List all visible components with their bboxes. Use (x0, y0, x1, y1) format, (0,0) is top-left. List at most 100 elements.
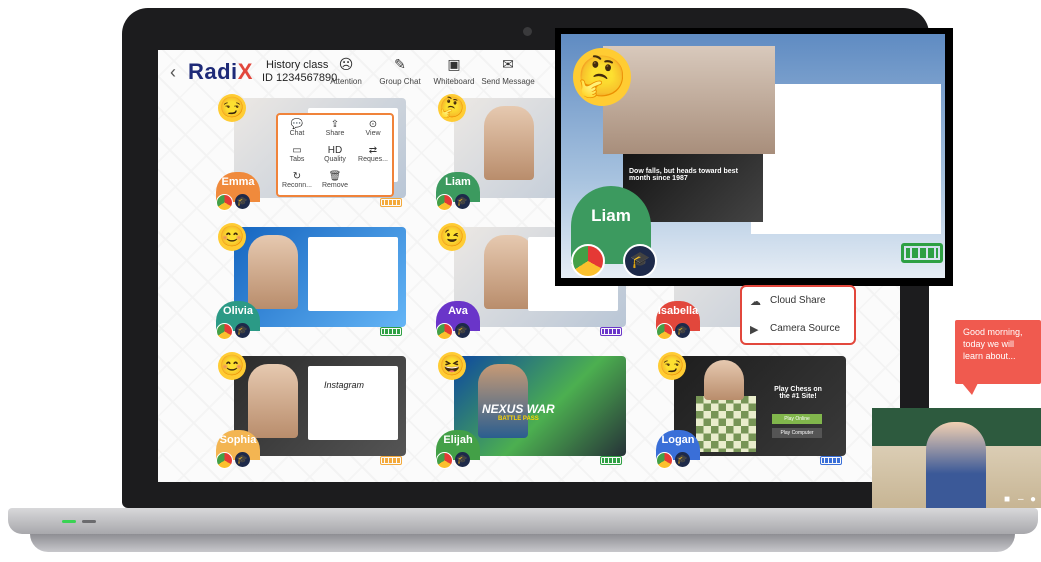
logo-x: X (237, 59, 253, 84)
thinking-emoji-icon: 🤔 (573, 48, 631, 106)
menu-chat-label: Chat (289, 130, 305, 137)
menu-tabs[interactable]: ▭ Tabs (280, 145, 314, 163)
student-screen[interactable]: NEXUS WAR BATTLE PASS (454, 356, 626, 456)
battery-icon (820, 456, 842, 465)
student-webcam (484, 106, 534, 180)
laptop-base-shadow (30, 534, 1015, 552)
menu-share[interactable]: ⇪ Share (318, 119, 352, 137)
menu-remove[interactable]: 🗑 Remove (318, 171, 352, 189)
chrome-icon (216, 323, 233, 340)
play-online-button[interactable]: Play Online (772, 414, 822, 424)
graduation-cap-icon: 🎓 (455, 194, 470, 209)
grinning-emoji-icon: 😊 (218, 223, 246, 251)
webcam-icon (523, 27, 532, 36)
send-message-icon: ✉ (502, 56, 514, 72)
news-headline: Dow falls, but heads toward best month s… (629, 168, 738, 182)
share-icon: ⇪ (330, 119, 340, 130)
back-arrow-icon[interactable]: ‹ (170, 62, 176, 83)
context-menu: ☁ Cloud Share ▶ Camera Source (740, 285, 856, 345)
battery-icon (380, 327, 402, 336)
menu-tabs-label: Tabs (289, 156, 305, 163)
student-tile[interactable]: Instagram 😊 Sophia 🎓 (216, 352, 406, 469)
chrome-icon (436, 323, 453, 340)
menu-remove-label: Remove (321, 182, 349, 189)
chess-title: Play Chess on the #1 Site! (774, 386, 822, 400)
whiteboard-button[interactable]: ▣ Whiteboard (426, 56, 482, 86)
laptop-base (8, 508, 1038, 534)
bubble-tail (962, 383, 978, 395)
grinning-emoji-icon: 😊 (218, 352, 246, 380)
student-webcam (248, 364, 298, 438)
quality-icon: HD (327, 145, 343, 156)
student-screen[interactable]: Play Chess on the #1 Site! Play Online P… (674, 356, 846, 456)
wink-emoji-icon: 😉 (438, 223, 466, 251)
chrome-icon (216, 452, 233, 469)
menu-chat[interactable]: 💬 Chat (280, 119, 314, 137)
menu-reconnect[interactable]: ↻ Reconn... (280, 171, 314, 189)
zoomed-student-webcam (603, 46, 775, 154)
request-icon: ⇄ (368, 145, 378, 156)
camera-source-item[interactable]: Camera Source (770, 323, 840, 334)
browser-window: Instagram (308, 366, 398, 440)
microphone-icon[interactable]: ● (1030, 494, 1036, 505)
graduation-cap-icon: 🎓 (675, 452, 690, 467)
logo-text: Radi (188, 59, 238, 84)
chrome-icon (656, 452, 673, 469)
game-subtitle: BATTLE PASS (498, 416, 539, 422)
menu-quality[interactable]: HD Quality (318, 145, 352, 163)
browser-window (308, 237, 398, 311)
group-chat-icon: ✎ (394, 56, 406, 72)
trash-icon: 🗑 (328, 171, 342, 182)
graduation-cap-icon: 🎓 (455, 323, 470, 338)
attention-button[interactable]: ☹ Attention (318, 56, 374, 86)
battery-icon (600, 327, 622, 336)
student-webcam (478, 364, 528, 438)
zoomed-student-tile[interactable]: Dow falls, but heads toward best month s… (555, 28, 953, 286)
graduation-cap-icon: 🎓 (235, 452, 250, 467)
student-action-menu: 💬 Chat ⇪ Share ⊙ View ▭ Tabs HD Quality ⇄ Requ… (276, 113, 394, 197)
chrome-icon (571, 244, 605, 278)
student-tile[interactable]: 😊 Olivia 🎓 (216, 223, 406, 340)
play-computer-button[interactable]: Play Computer (772, 428, 822, 438)
teacher-webcam (926, 422, 986, 508)
video-camera-icon[interactable]: ■ (1004, 494, 1010, 505)
menu-request-label: Reques... (358, 156, 388, 163)
graduation-cap-icon: 🎓 (623, 244, 657, 278)
menu-quality-label: Quality (324, 156, 346, 163)
menu-view-label: View (365, 130, 381, 137)
teacher-message-bubble: Good morning, today we will learn about.… (955, 320, 1041, 384)
graduation-cap-icon: 🎓 (675, 323, 690, 338)
zoomed-student-screen: Dow falls, but heads toward best month s… (561, 34, 945, 278)
send-message-button[interactable]: ✉ Send Message (480, 56, 536, 86)
chrome-icon (436, 452, 453, 469)
radix-logo: RadiX (188, 59, 253, 85)
menu-request[interactable]: ⇄ Reques... (356, 145, 390, 163)
menu-share-label: Share (325, 130, 345, 137)
thinking-emoji-icon: 🤔 (438, 94, 466, 122)
student-webcam (704, 360, 744, 400)
status-led-icon (82, 520, 96, 523)
student-screen[interactable] (234, 227, 406, 327)
student-tile[interactable]: NEXUS WAR BATTLE PASS 😆 Elijah 🎓 (436, 352, 626, 469)
student-tile[interactable]: Play Chess on the #1 Site! Play Online P… (656, 352, 846, 469)
group-chat-label: Group Chat (379, 77, 421, 86)
view-icon: ⊙ (368, 119, 378, 130)
chat-icon: 💬 (290, 119, 304, 130)
student-webcam (248, 235, 298, 309)
group-chat-button[interactable]: ✎ Group Chat (372, 56, 428, 86)
minimize-icon[interactable]: – (1018, 494, 1024, 505)
laughing-emoji-icon: 😆 (438, 352, 466, 380)
chrome-icon (656, 323, 673, 340)
cloud-share-item[interactable]: Cloud Share (770, 295, 826, 306)
smirk-emoji-icon: 😏 (218, 94, 246, 122)
chess-board (696, 396, 756, 452)
chrome-icon (216, 194, 233, 211)
reconnect-icon: ↻ (292, 171, 302, 182)
teacher-video[interactable]: ■ – ● (872, 408, 1041, 508)
power-led-icon (62, 520, 76, 523)
whiteboard-icon: ▣ (447, 56, 461, 72)
smirk-emoji-icon: 😏 (658, 352, 686, 380)
menu-view[interactable]: ⊙ View (356, 119, 390, 137)
student-screen[interactable]: Instagram (234, 356, 406, 456)
chrome-icon (436, 194, 453, 211)
